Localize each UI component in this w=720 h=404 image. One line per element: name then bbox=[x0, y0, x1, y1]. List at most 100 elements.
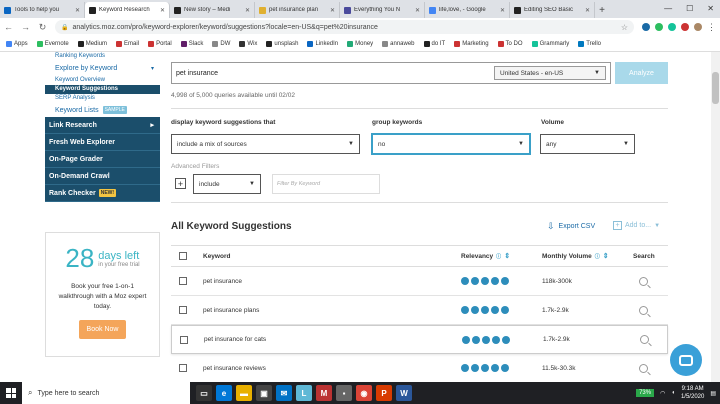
row-checkbox[interactable] bbox=[180, 335, 188, 344]
scrollbar-thumb[interactable] bbox=[712, 72, 719, 104]
mcafee-icon[interactable]: M bbox=[316, 385, 332, 401]
extension-moz-icon[interactable] bbox=[642, 23, 650, 31]
bookmark-item[interactable]: Slack bbox=[180, 40, 203, 47]
analyze-button[interactable]: Analyze bbox=[615, 62, 668, 84]
close-tab-icon[interactable]: ✕ bbox=[585, 7, 590, 14]
url-field[interactable]: 🔒 analytics.moz.com/pro/keyword-explorer… bbox=[55, 20, 634, 34]
keyword-cell[interactable]: pet insurance bbox=[203, 278, 242, 285]
clock[interactable]: 9:18 AM 1/5/2020 bbox=[681, 385, 704, 401]
sidebar-keyword-lists[interactable]: Keyword Lists SAMPLE bbox=[45, 103, 160, 117]
wifi-icon[interactable]: ◠ bbox=[660, 390, 665, 397]
header-relevancy[interactable]: Relevancy bbox=[461, 253, 493, 260]
notifications-icon[interactable]: ▤ bbox=[710, 390, 716, 397]
add-filter-button[interactable]: + bbox=[175, 178, 186, 189]
include-select[interactable]: include ▼ bbox=[193, 174, 261, 194]
bookmark-item[interactable]: Medium bbox=[77, 40, 107, 47]
row-checkbox[interactable] bbox=[179, 364, 187, 372]
edge-icon[interactable]: e bbox=[216, 385, 232, 401]
forward-icon[interactable]: → bbox=[21, 22, 30, 32]
add-to-list-button[interactable]: + Add to... ▼ bbox=[613, 221, 660, 230]
display-suggestions-select[interactable]: include a mix of sources ▼ bbox=[171, 134, 360, 154]
sidebar-item-on-demand-crawl[interactable]: On-Demand Crawl bbox=[45, 168, 160, 185]
extension-red-icon[interactable] bbox=[681, 23, 689, 31]
sort-icon[interactable]: ⇕ bbox=[504, 252, 510, 260]
browser-tab[interactable]: Tools to help you ✕ bbox=[0, 2, 85, 18]
bookmark-item[interactable]: Marketing bbox=[454, 40, 489, 47]
sidebar-item-link-research[interactable]: Link Research ▸ bbox=[45, 117, 160, 134]
row-checkbox[interactable] bbox=[179, 277, 187, 285]
keyword-cell[interactable]: pet insurance plans bbox=[203, 307, 259, 314]
file-explorer-icon[interactable]: ▬ bbox=[236, 385, 252, 401]
sidebar-item-on-page-grader[interactable]: On-Page Grader bbox=[45, 151, 160, 168]
export-csv-button[interactable]: ⇩ Export CSV bbox=[547, 221, 595, 232]
app-l-icon[interactable]: L bbox=[296, 385, 312, 401]
extension-grammarly-icon[interactable] bbox=[668, 23, 676, 31]
profile-avatar[interactable] bbox=[694, 23, 702, 31]
sidebar-item-rank-checker[interactable]: Rank Checker NEW! bbox=[45, 185, 160, 202]
sidebar-keyword-overview[interactable]: Keyword Overview bbox=[45, 76, 160, 85]
extension-evernote-icon[interactable] bbox=[655, 23, 663, 31]
row-checkbox[interactable] bbox=[179, 306, 187, 314]
bookmark-item[interactable]: Trello bbox=[578, 40, 601, 47]
close-tab-icon[interactable]: ✕ bbox=[415, 7, 420, 14]
group-keywords-select[interactable]: no ▼ bbox=[371, 133, 531, 155]
battery-indicator[interactable]: 73% bbox=[636, 389, 655, 397]
sidebar-keyword-suggestions[interactable]: Keyword Suggestions bbox=[45, 85, 160, 94]
minimize-button[interactable]: — bbox=[664, 4, 672, 13]
task-view-icon[interactable]: ▭ bbox=[196, 385, 212, 401]
maximize-button[interactable]: ☐ bbox=[686, 4, 693, 13]
browser-tab[interactable]: New story – Medi ✕ bbox=[170, 2, 255, 18]
bookmark-item[interactable]: To DO bbox=[497, 40, 523, 47]
book-now-button[interactable]: Book Now bbox=[78, 320, 127, 339]
sidebar-ranking-keywords[interactable]: Ranking Keywords bbox=[45, 52, 160, 62]
filter-by-keyword-input[interactable]: Filter By Keyword bbox=[272, 174, 380, 194]
search-icon[interactable] bbox=[640, 335, 649, 344]
chat-button[interactable] bbox=[670, 344, 702, 376]
select-all-checkbox[interactable] bbox=[179, 252, 187, 260]
bookmark-item[interactable]: Grammarly bbox=[531, 40, 569, 47]
keyword-cell[interactable]: pet insurance reviews bbox=[203, 365, 266, 372]
browser-tab[interactable]: Editing SEO Basic ✕ bbox=[510, 2, 595, 18]
keyword-cell[interactable]: pet insurance for cats bbox=[204, 336, 266, 343]
keyword-search-field[interactable]: pet insurance United States - en-US ▼ bbox=[171, 62, 611, 84]
word-icon[interactable]: W bbox=[396, 385, 412, 401]
taskbar-search[interactable]: ⌕ Type here to search bbox=[22, 382, 190, 404]
back-icon[interactable]: ← bbox=[4, 22, 13, 32]
bookmark-item[interactable]: annaweb bbox=[382, 40, 415, 47]
browser-tab[interactable]: pet insurance plan ✕ bbox=[255, 2, 340, 18]
close-tab-icon[interactable]: ✕ bbox=[160, 7, 165, 14]
bookmark-item[interactable]: LinkedIn bbox=[307, 40, 338, 47]
browser-tab[interactable]: Everything You N ✕ bbox=[340, 2, 425, 18]
new-tab-button[interactable]: + bbox=[595, 2, 609, 18]
bookmark-item[interactable]: unsplash bbox=[266, 40, 298, 47]
search-icon[interactable] bbox=[639, 276, 648, 286]
bookmark-item[interactable]: Apps bbox=[6, 40, 28, 47]
close-tab-icon[interactable]: ✕ bbox=[245, 7, 250, 14]
menu-icon[interactable]: ⋮ bbox=[707, 22, 716, 33]
volume-select[interactable]: any ▼ bbox=[540, 134, 635, 154]
mail-icon[interactable]: ✉ bbox=[276, 385, 292, 401]
bookmark-item[interactable]: Wix bbox=[239, 40, 257, 47]
sort-icon[interactable]: ⇕ bbox=[603, 252, 609, 260]
close-tab-icon[interactable]: ✕ bbox=[330, 7, 335, 14]
reload-icon[interactable]: ↻ bbox=[38, 22, 47, 33]
chrome-icon[interactable]: ◉ bbox=[356, 385, 372, 401]
search-icon[interactable] bbox=[639, 363, 648, 373]
browser-tab[interactable]: life,love, - Google ✕ bbox=[425, 2, 510, 18]
star-icon[interactable]: ☆ bbox=[621, 23, 628, 32]
volume-icon[interactable]: ◖ bbox=[671, 390, 675, 396]
close-window-button[interactable]: ✕ bbox=[707, 4, 714, 13]
powerpoint-icon[interactable]: P bbox=[376, 385, 392, 401]
bookmark-item[interactable]: do IT bbox=[423, 40, 445, 47]
country-select[interactable]: United States - en-US ▼ bbox=[494, 66, 606, 80]
start-button[interactable] bbox=[0, 382, 22, 404]
bookmark-item[interactable]: DW bbox=[212, 40, 230, 47]
header-monthly-volume[interactable]: Monthly Volume bbox=[542, 253, 592, 260]
bookmark-item[interactable]: Portal bbox=[148, 40, 172, 47]
browser-tab[interactable]: Keyword Research ✕ bbox=[85, 2, 170, 18]
close-tab-icon[interactable]: ✕ bbox=[500, 7, 505, 14]
close-tab-icon[interactable]: ✕ bbox=[75, 7, 80, 14]
bookmark-item[interactable]: Email bbox=[116, 40, 139, 47]
sidebar-serp-analysis[interactable]: SERP Analysis bbox=[45, 94, 160, 103]
bookmark-item[interactable]: Money bbox=[347, 40, 373, 47]
